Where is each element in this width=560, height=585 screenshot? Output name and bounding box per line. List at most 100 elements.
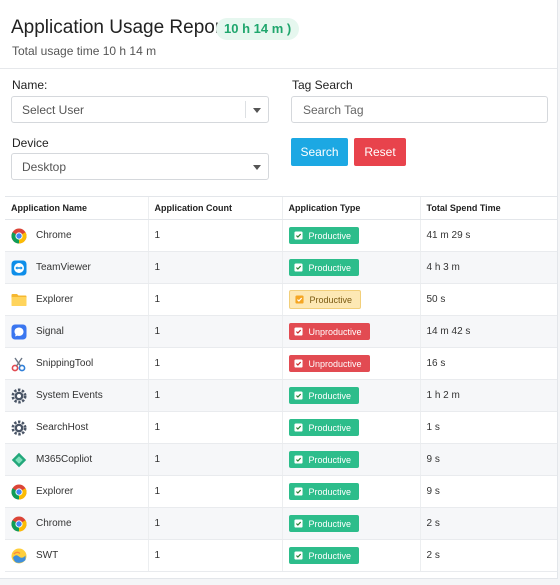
folder-icon — [11, 292, 27, 308]
app-type-badge: Productive — [288, 387, 360, 404]
column-header-app-count[interactable]: Application Count — [147, 196, 282, 220]
table-row: Signal 1 Unproductive 14 m 42 s — [5, 315, 557, 348]
app-name-cell: Signal — [5, 315, 148, 348]
app-count-cell: 1 — [147, 315, 282, 348]
app-name: SnippingTool — [36, 358, 94, 369]
app-name: Chrome — [36, 230, 72, 241]
app-type-label: Productive — [308, 230, 352, 241]
shield-icon — [293, 487, 303, 496]
chevron-down-icon — [253, 165, 261, 170]
user-select[interactable]: Select User — [11, 96, 269, 123]
app-type-label: Productive — [308, 390, 352, 401]
table-row: M365Copliot 1 Productive 9 s — [5, 443, 557, 476]
table-row: TeamViewer 1 Productive 4 h 3 m — [5, 251, 557, 284]
table-row: SearchHost 1 Productive 1 s — [5, 411, 557, 444]
table-body: Chrome 1 Productive 41 m 29 s TeamViewer 1 Pro… — [5, 219, 557, 572]
app-name: Signal — [36, 326, 64, 337]
app-type-badge: Productive — [288, 259, 360, 276]
chrome-icon — [11, 516, 27, 532]
table-header-row: Application Name Application Count Appli… — [5, 196, 557, 220]
name-label: Name: — [12, 78, 48, 92]
device-select[interactable]: Desktop — [11, 153, 269, 180]
app-type-label: Productive — [308, 454, 352, 465]
app-type-cell: Productive — [281, 475, 420, 508]
app-type-cell: Productive — [281, 411, 420, 444]
shield-icon — [293, 551, 303, 560]
chevron-down-icon — [253, 108, 261, 113]
table-row: Chrome 1 Productive 2 s — [5, 507, 557, 540]
table-row: SnippingTool 1 Unproductive 16 s — [5, 347, 557, 380]
tag-search-input[interactable] — [291, 96, 548, 123]
shield-icon — [293, 455, 303, 464]
app-type-cell: Unproductive — [281, 347, 420, 380]
app-name: SearchHost — [36, 422, 89, 433]
shield-icon — [293, 359, 303, 368]
table-row: Explorer 1 Productive 50 s — [5, 283, 557, 316]
app-count-cell: 1 — [147, 251, 282, 284]
app-name-cell: M365Copliot — [5, 443, 148, 476]
spend-time-cell: 4 h 3 m — [419, 251, 557, 284]
app-name-cell: SWT — [5, 539, 148, 572]
app-name-cell: SearchHost — [5, 411, 148, 444]
app-name: System Events — [36, 390, 103, 401]
app-type-label: Unproductive — [308, 326, 362, 337]
app-name-cell: System Events — [5, 379, 148, 412]
user-select-value: Select User — [22, 103, 85, 117]
app-count-cell: 1 — [147, 219, 282, 252]
app-type-label: Unproductive — [308, 358, 362, 369]
app-name: TeamViewer — [36, 262, 91, 273]
app-type-cell: Productive — [281, 219, 420, 252]
app-name: Chrome — [36, 518, 72, 529]
app-name: M365Copliot — [36, 454, 93, 465]
shield-icon — [293, 263, 303, 272]
search-button[interactable]: Search — [291, 138, 348, 166]
app-type-cell: Unproductive — [281, 315, 420, 348]
spend-time-cell: 50 s — [419, 283, 557, 316]
app-count-cell: 1 — [147, 507, 282, 540]
spend-time-cell: 1 s — [419, 411, 557, 444]
app-count-cell: 1 — [147, 283, 282, 316]
app-type-cell: Productive — [281, 283, 420, 316]
app-type-label: Productive — [308, 486, 352, 497]
app-name-cell: Explorer — [5, 475, 148, 508]
tag-search-label: Tag Search — [292, 78, 353, 92]
copilot-icon — [11, 452, 27, 468]
shield-icon — [293, 231, 303, 240]
shield-icon — [293, 519, 303, 528]
app-name: Explorer — [36, 486, 74, 497]
device-select-value: Desktop — [22, 160, 67, 174]
column-header-spend-time[interactable]: Total Spend Time — [419, 196, 557, 220]
app-name-cell: Chrome — [5, 507, 148, 540]
swt-icon — [11, 548, 27, 564]
spend-time-cell: 2 s — [419, 507, 557, 540]
app-count-cell: 1 — [147, 443, 282, 476]
app-type-cell: Productive — [281, 507, 420, 540]
app-type-badge: Productive — [288, 515, 360, 532]
app-count-cell: 1 — [147, 475, 282, 508]
shield-icon — [294, 295, 304, 304]
gear-icon — [11, 420, 27, 436]
reset-button[interactable]: Reset — [354, 138, 406, 166]
chrome-icon — [11, 228, 27, 244]
snipping-tool-icon — [11, 356, 27, 372]
shield-icon — [293, 423, 303, 432]
app-type-badge: Productive — [288, 451, 360, 468]
page-title: Application Usage Report — [11, 17, 227, 38]
spend-time-cell: 1 h 2 m — [419, 379, 557, 412]
table-row: System Events 1 Productive 1 h 2 m — [5, 379, 557, 412]
table-row: Chrome 1 Productive 41 m 29 s — [5, 219, 557, 252]
total-time-badge: 10 h 14 m ) — [216, 18, 300, 40]
app-count-cell: 1 — [147, 347, 282, 380]
page-subtitle: Total usage time 10 h 14 m — [12, 44, 157, 58]
app-type-cell: Productive — [281, 251, 420, 284]
app-type-label: Productive — [308, 262, 352, 273]
column-header-app-type[interactable]: Application Type — [281, 196, 420, 220]
column-header-app-name[interactable]: Application Name — [5, 196, 148, 220]
spend-time-cell: 2 s — [419, 539, 557, 572]
app-name-cell: TeamViewer — [5, 251, 148, 284]
chrome-icon — [11, 484, 27, 500]
app-type-badge: Productive — [288, 419, 360, 436]
app-type-badge: Productive — [288, 290, 362, 309]
app-type-badge: Productive — [288, 547, 360, 564]
teamviewer-icon — [11, 260, 27, 276]
